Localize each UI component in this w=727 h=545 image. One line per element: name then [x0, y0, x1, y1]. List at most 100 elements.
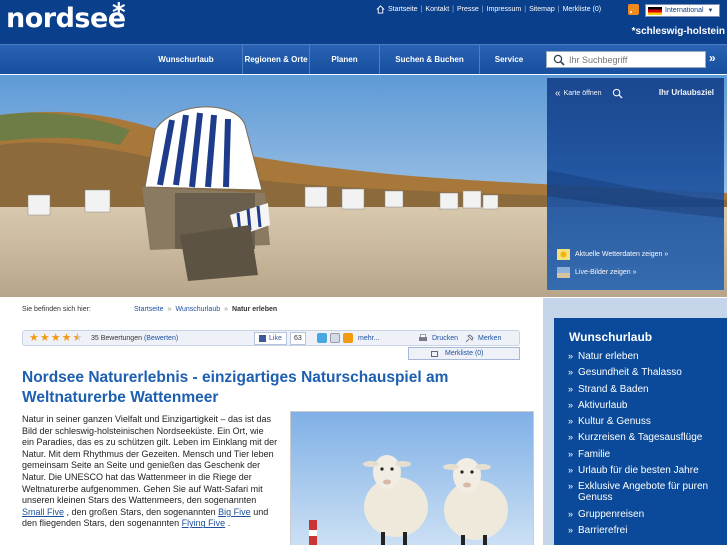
webcam-link[interactable]: Live-Bilder zeigen » — [557, 267, 636, 278]
top-link-sitemap[interactable]: Sitemap — [529, 6, 555, 13]
star-icon: ★ — [39, 332, 50, 344]
small-five-link[interactable]: Small Five — [22, 507, 64, 517]
chevron-right-icon: » — [568, 432, 574, 443]
top-link-presse[interactable]: Presse — [457, 6, 479, 13]
chevron-right-icon: » — [568, 524, 574, 535]
home-icon — [376, 5, 385, 14]
sidebar-item-label: Barrierefrei — [578, 524, 628, 536]
destination-map-panel: « Karte öffnen Ihr Urlaubsziel Aktuelle … — [547, 78, 724, 290]
top-link-merkliste[interactable]: Merkliste (0) — [563, 6, 602, 13]
sidebar-item-beste-jahre[interactable]: » Urlaub für die besten Jahre — [568, 465, 723, 476]
chevron-right-icon: » — [568, 367, 574, 378]
search-submit-button[interactable]: » — [709, 51, 716, 65]
chevron-right-icon: » — [568, 448, 574, 459]
chevron-right-icon: » — [568, 508, 574, 519]
sidebar-item-label: Kurzreisen & Tagesausflüge — [578, 432, 703, 444]
sidebar-item-aktivurlaub[interactable]: » Aktivurlaub — [568, 400, 723, 411]
weather-link-label: Aktuelle Wetterdaten zeigen » — [575, 251, 669, 258]
half-star-icon: ★ — [72, 332, 83, 344]
page: nordsee * Startseite | Kontakt | Presse … — [0, 0, 727, 545]
sidebar-item-natur-erleben[interactable]: » Natur erleben — [568, 351, 723, 362]
chevron-right-icon: » — [568, 399, 574, 410]
main-content: Sie befinden sich hier: Startseite » Wun… — [0, 298, 543, 545]
pin-icon — [465, 334, 474, 343]
top-link-separator: | — [524, 6, 527, 13]
sidebar-item-gesundheit[interactable]: » Gesundheit & Thalasso — [568, 367, 723, 378]
sidebar-item-label: Natur erleben — [578, 351, 639, 362]
rss-icon[interactable] — [628, 4, 639, 15]
sidebar-list: » Natur erleben » Gesundheit & Thalasso » S… — [568, 351, 723, 541]
sidebar-item-kultur[interactable]: » Kultur & Genuss — [568, 416, 723, 427]
twitter-icon[interactable] — [317, 333, 327, 343]
sidebar-item-label: Strand & Baden — [578, 383, 649, 395]
nav-item-regionen-orte[interactable]: Regionen & Orte — [243, 45, 310, 74]
breadcrumb-startseite[interactable]: Startseite — [134, 306, 164, 313]
sun-icon — [557, 249, 570, 260]
sidebar-item-familie[interactable]: » Familie — [568, 449, 723, 460]
webcam-icon — [557, 267, 570, 278]
sidebar-item-label: Gruppenreisen — [578, 508, 645, 520]
top-link-separator: | — [557, 6, 560, 13]
site-tagline: *schleswig-holstein — [631, 26, 725, 37]
sidebar-item-gruppenreisen[interactable]: » Gruppenreisen — [568, 509, 723, 520]
chevron-down-icon: ▼ — [707, 7, 714, 14]
nav-item-service[interactable]: Service — [480, 45, 538, 74]
star-icon: ★ — [29, 332, 39, 344]
ratings-count-label: 35 Bewertungen — [91, 335, 142, 342]
merken-button[interactable]: Merken — [465, 334, 501, 343]
language-select[interactable]: International ▼ — [645, 4, 720, 17]
chevron-right-icon: » — [568, 383, 574, 394]
breadcrumb-wunschurlaub[interactable]: Wunschurlaub — [175, 306, 220, 313]
nav-item-wunschurlaub[interactable]: Wunschurlaub — [130, 45, 243, 74]
star-icon: ★ — [50, 332, 61, 344]
article-text: , den großen Stars, den sogenannten — [66, 506, 216, 517]
sidebar-title: Wunschurlaub — [569, 330, 653, 344]
rate-link[interactable]: (Bewerten) — [144, 335, 178, 342]
sidebar-item-label: Kultur & Genuss — [578, 416, 651, 428]
site-logo[interactable]: nordsee — [6, 3, 126, 34]
flying-five-link[interactable]: Flying Five — [182, 518, 226, 528]
share-links: mehr... — [317, 333, 379, 343]
weather-link[interactable]: Aktuelle Wetterdaten zeigen » — [557, 249, 668, 260]
top-link-impressum[interactable]: Impressum — [487, 6, 522, 13]
sidebar-item-exklusive-angebote[interactable]: » Exklusive Angebote für puren Genuss — [568, 481, 723, 503]
article-toolbar: ★ ★ ★ ★ ★ 35 Bewertungen (Bewerten) Like… — [22, 330, 520, 346]
bookmark-icon[interactable] — [343, 333, 353, 343]
facebook-like-button[interactable]: Like — [254, 332, 287, 345]
sidebar-item-barrierefrei[interactable]: » Barrierefrei — [568, 525, 723, 536]
search-icon — [553, 54, 565, 66]
big-five-link[interactable]: Big Five — [218, 507, 251, 517]
like-count: 63 — [290, 332, 306, 345]
like-label: Like — [269, 335, 282, 342]
nav-item-planen[interactable]: Planen — [310, 45, 380, 74]
rating-stars[interactable]: ★ ★ ★ ★ ★ — [29, 333, 83, 344]
sidebar-item-label: Urlaub für die besten Jahre — [578, 465, 699, 477]
top-link-separator: | — [452, 6, 454, 13]
mail-icon[interactable] — [330, 333, 340, 343]
article-text: . — [227, 518, 231, 529]
sidebar-item-kurzreisen[interactable]: » Kurzreisen & Tagesausflüge — [568, 432, 723, 443]
sheep-photo — [290, 411, 534, 545]
page-title: Nordsee Naturerlebnis - einzigartiges Na… — [22, 369, 449, 406]
ratings-count: 35 Bewertungen (Bewerten) — [91, 335, 178, 342]
top-link-startseite[interactable]: Startseite — [388, 6, 418, 13]
print-button[interactable]: Drucken — [418, 334, 458, 343]
facebook-icon — [259, 335, 266, 342]
top-link-kontakt[interactable]: Kontakt — [425, 6, 449, 13]
sidebar-item-strand[interactable]: » Strand & Baden — [568, 384, 723, 395]
top-links: Startseite | Kontakt | Presse | Impressu… — [376, 5, 601, 14]
nav-item-suchen-buchen[interactable]: Suchen & Buchen — [380, 45, 480, 74]
breadcrumb: Sie befinden sich hier: Startseite » Wun… — [22, 306, 277, 313]
article-text: Natur in seiner ganzen Vielfalt und Einz… — [22, 414, 278, 506]
search-box — [546, 51, 706, 68]
search-input[interactable] — [569, 54, 699, 65]
breadcrumb-separator: » — [167, 306, 172, 313]
more-share-link[interactable]: mehr... — [358, 335, 379, 342]
print-label: Drucken — [432, 335, 459, 342]
merkliste-button[interactable]: Merkliste (0) — [408, 347, 520, 360]
merkliste-label: Merkliste (0) — [445, 350, 484, 357]
chevron-right-icon: » — [568, 481, 574, 492]
article-body: Natur in seiner ganzen Vielfalt und Einz… — [22, 414, 278, 530]
sidebar-wunschurlaub: Wunschurlaub » Natur erleben » Gesundheit … — [554, 318, 727, 545]
sidebar-item-label: Exklusive Angebote für puren Genuss — [578, 481, 709, 504]
